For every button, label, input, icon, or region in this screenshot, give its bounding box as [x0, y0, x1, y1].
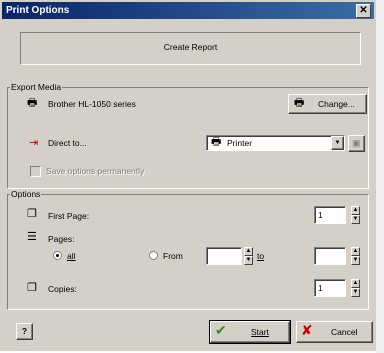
to-label: to: [257, 251, 265, 261]
window-title: Print Options: [6, 5, 70, 16]
direct-to-label: Direct to...: [48, 138, 87, 148]
export-media-title: Export Media: [10, 82, 63, 93]
all-label: all: [67, 251, 76, 261]
printer-icon: 🖶: [294, 97, 305, 109]
settings-icon: ▣: [352, 138, 361, 148]
cancel-button[interactable]: ✘ Cancel: [296, 321, 373, 343]
copies-icon: ❐: [27, 282, 37, 294]
direct-to-value: Printer: [227, 138, 253, 148]
first-page-spinner[interactable]: ▲ ▼: [351, 206, 360, 224]
copies-input[interactable]: 1: [314, 279, 346, 297]
banner: Create Report: [20, 32, 361, 65]
copies-spinner[interactable]: ▲ ▼: [351, 279, 360, 297]
spin-up-icon[interactable]: ▲: [351, 247, 360, 256]
spin-up-icon[interactable]: ▲: [244, 247, 253, 256]
check-icon: ✔: [215, 322, 227, 338]
from-label: From: [163, 251, 183, 261]
all-radio[interactable]: [53, 251, 62, 260]
change-button-label: Change...: [318, 99, 355, 109]
printer-name: Brother HL-1050 series: [48, 99, 136, 109]
banner-text: Create Report: [163, 42, 218, 52]
direct-to-dropdown-button[interactable]: ▼: [331, 136, 344, 150]
options-group: Options ❐ First Page: 1 ▲ ▼ ☰ Pages: all…: [7, 189, 369, 310]
start-label: Start: [251, 327, 269, 337]
direct-to-select[interactable]: 🖶 Printer ▼: [206, 135, 345, 151]
start-button[interactable]: ✔ Start: [209, 320, 291, 344]
to-spinner[interactable]: ▲ ▼: [351, 247, 360, 265]
save-options-label: Save options permanently: [46, 166, 145, 176]
spin-up-icon[interactable]: ▲: [351, 279, 360, 288]
first-page-value: 1: [318, 210, 323, 220]
direct-to-options-button[interactable]: ▣: [348, 135, 365, 152]
export-media-group: Export Media 🖶 Brother HL-1050 series 🖶 …: [7, 82, 369, 189]
pages-icon: ☰: [27, 231, 37, 243]
first-page-label: First Page:: [48, 211, 90, 221]
chevron-down-icon: ▼: [334, 140, 341, 146]
copies-label: Copies:: [48, 284, 77, 294]
from-radio[interactable]: [149, 251, 158, 260]
cross-icon: ✘: [301, 322, 313, 338]
spin-up-icon[interactable]: ▲: [351, 206, 360, 215]
direct-to-icon: ⇥: [29, 137, 39, 149]
background-strip: [376, 0, 384, 353]
print-options-window: Print Options ✕ Create Report Export Med…: [0, 0, 376, 351]
from-input[interactable]: [206, 247, 242, 265]
printer-icon: 🖶: [27, 97, 38, 109]
help-icon: ?: [21, 326, 28, 336]
spin-down-icon[interactable]: ▼: [351, 288, 360, 297]
page-icon: ❐: [27, 208, 37, 220]
options-title: Options: [10, 189, 42, 200]
spin-down-icon[interactable]: ▼: [351, 256, 360, 265]
first-page-input[interactable]: 1: [314, 206, 346, 224]
close-button[interactable]: ✕: [356, 4, 371, 18]
spin-down-icon[interactable]: ▼: [351, 215, 360, 224]
printer-icon: 🖶: [211, 136, 222, 148]
to-input[interactable]: [314, 247, 346, 265]
from-spinner[interactable]: ▲ ▼: [244, 247, 253, 265]
change-button[interactable]: 🖶 Change...: [288, 94, 367, 114]
copies-value: 1: [318, 283, 323, 293]
cancel-label: Cancel: [331, 327, 358, 337]
help-button[interactable]: ?: [16, 323, 33, 340]
pages-label: Pages:: [48, 234, 75, 244]
title-bar: Print Options ✕: [2, 2, 374, 19]
save-options-checkbox[interactable]: [30, 166, 41, 177]
spin-down-icon[interactable]: ▼: [244, 256, 253, 265]
